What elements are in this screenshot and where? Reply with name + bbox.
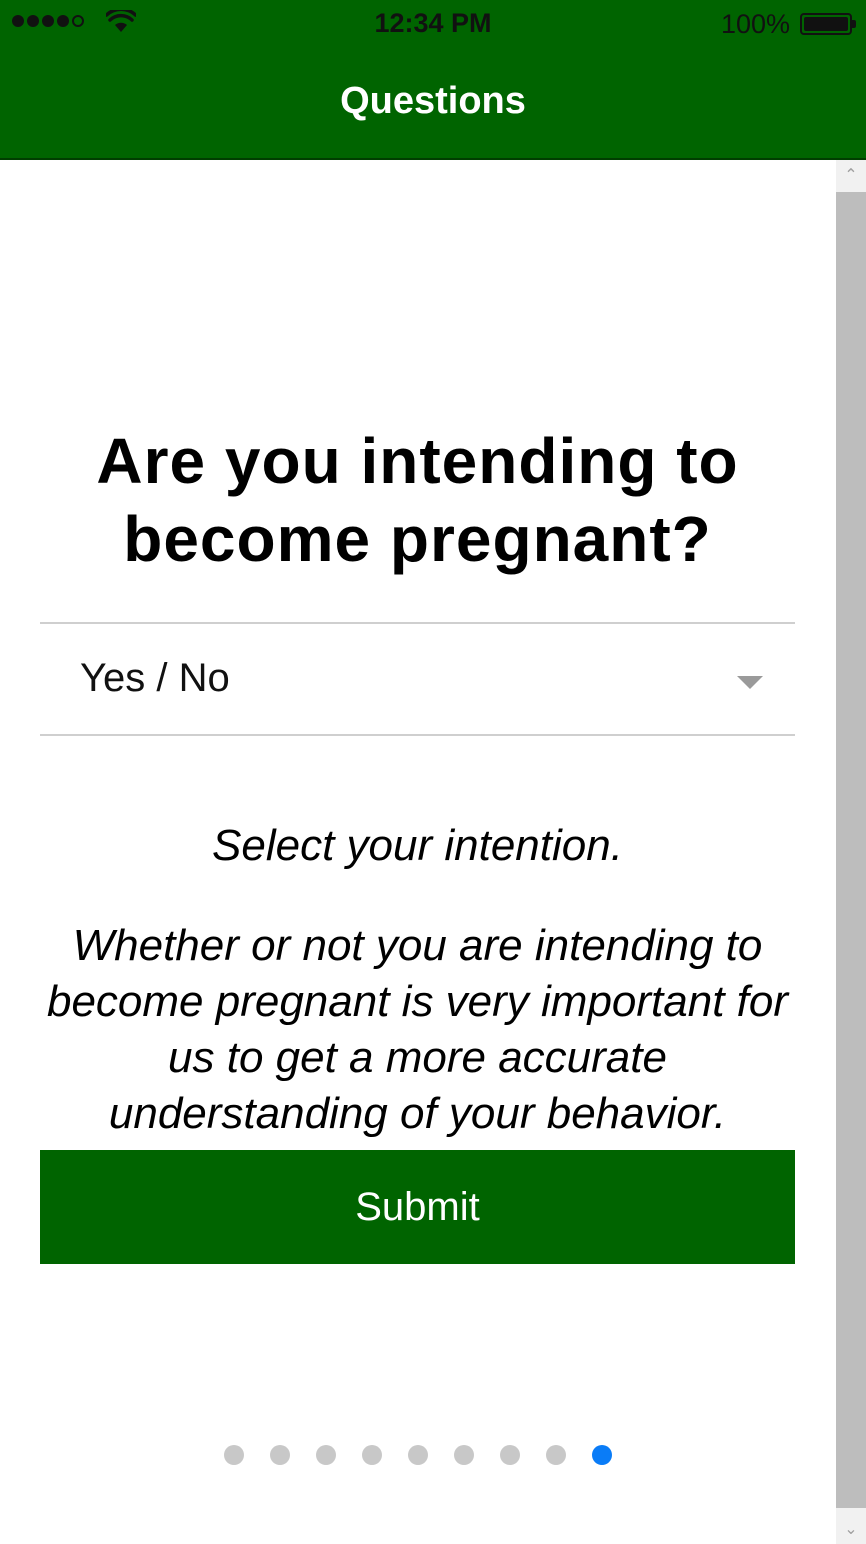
page-dot[interactable] — [408, 1445, 428, 1465]
question-description: Whether or not you are intending to beco… — [46, 921, 789, 1138]
question-title: Are you intending to become pregnant? — [96, 425, 739, 575]
battery-fill — [804, 17, 848, 31]
submit-button[interactable]: Submit — [40, 1150, 795, 1264]
page-dot[interactable] — [362, 1445, 382, 1465]
chevron-down-icon — [737, 676, 763, 689]
page-dot[interactable] — [224, 1445, 244, 1465]
battery-nub — [852, 20, 856, 28]
scroll-down-arrow-icon[interactable]: ⌄ — [836, 1514, 866, 1544]
page-dot[interactable] — [316, 1445, 336, 1465]
app-header: 12:34 PM 100% Questions — [0, 0, 866, 160]
select-value: Yes / No — [80, 656, 230, 700]
scroll-up-arrow-icon[interactable]: ⌃ — [836, 160, 866, 190]
question-hint: Select your intention. — [212, 821, 623, 870]
battery-percent: 100% — [720, 9, 790, 39]
page-dot[interactable] — [546, 1445, 566, 1465]
status-bar: 12:34 PM 100% — [0, 0, 866, 46]
page-dot[interactable] — [500, 1445, 520, 1465]
vertical-scrollbar[interactable]: ⌃ ⌄ — [836, 160, 866, 1544]
battery-icon — [800, 13, 856, 35]
page-dot[interactable] — [454, 1445, 474, 1465]
yes-no-select[interactable]: Yes / No — [40, 622, 795, 736]
page-indicator[interactable] — [224, 1445, 612, 1465]
page-dot[interactable] — [270, 1445, 290, 1465]
page-title: Questions — [340, 80, 526, 122]
scroll-thumb[interactable] — [836, 192, 866, 1508]
page-dot-active[interactable] — [592, 1445, 612, 1465]
questions-screen: 12:34 PM 100% Questions ⌃ ⌄ Are you inte… — [0, 0, 866, 1544]
